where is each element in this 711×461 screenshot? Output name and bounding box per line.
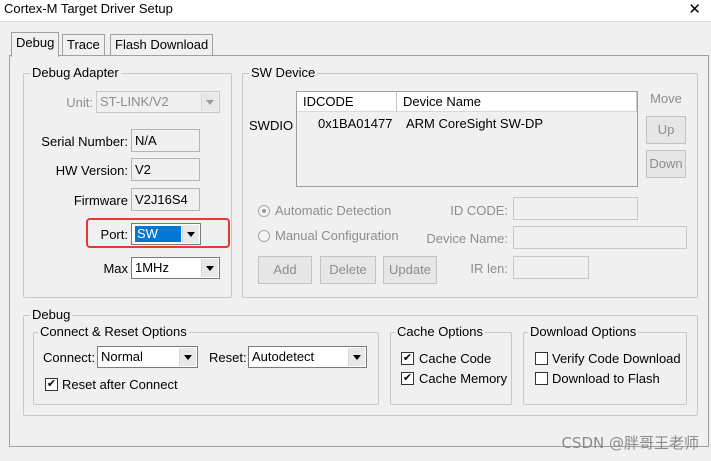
cache-memory-label: Cache Memory xyxy=(419,371,508,386)
verify-code-download-label: Verify Code Download xyxy=(552,351,681,366)
connect-reset-group: Connect & Reset Options xyxy=(33,324,379,405)
move-down-button[interactable]: Down xyxy=(646,150,686,178)
connect-reset-title: Connect & Reset Options xyxy=(38,324,189,340)
verify-code-download-checkbox[interactable] xyxy=(535,352,548,365)
port-highlight-box xyxy=(86,218,230,248)
unit-select: ST-LINK/V2 xyxy=(96,91,220,113)
chevron-down-icon[interactable] xyxy=(348,348,365,366)
chevron-down-icon[interactable] xyxy=(201,259,218,277)
tab-flash-download[interactable]: Flash Download xyxy=(110,34,214,56)
reset-label: Reset: xyxy=(209,350,247,365)
cache-options-title: Cache Options xyxy=(395,324,485,340)
column-header-device-name[interactable]: Device Name xyxy=(397,92,637,112)
manual-configuration-label: Manual Configuration xyxy=(275,228,399,243)
firmware-field: V2J16S4 xyxy=(131,188,200,211)
id-code-label: ID CODE: xyxy=(450,203,508,218)
connect-label: Connect: xyxy=(43,350,96,365)
ir-len-label: IR len: xyxy=(470,261,508,276)
tab-trace[interactable]: Trace xyxy=(62,34,105,56)
serial-number-field: N/A xyxy=(131,129,200,152)
reset-after-connect-checkbox[interactable]: ✔ xyxy=(45,378,58,391)
connect-select[interactable]: Normal xyxy=(97,346,198,368)
cache-code-label: Cache Code xyxy=(419,351,492,366)
connect-value: Normal xyxy=(101,349,143,364)
tab-debug-label: Debug xyxy=(16,35,55,50)
close-icon[interactable]: ✕ xyxy=(688,0,701,18)
device-table[interactable]: IDCODE Device Name 0x1BA01477 ARM CoreSi… xyxy=(296,91,638,187)
cache-code-checkbox[interactable]: ✔ xyxy=(401,352,414,365)
window-title: Cortex-M Target Driver Setup xyxy=(4,1,173,16)
tab-trace-label: Trace xyxy=(67,37,100,52)
chevron-down-icon[interactable] xyxy=(179,348,196,366)
max-label: Max xyxy=(103,261,128,276)
column-header-idcode[interactable]: IDCODE xyxy=(297,92,397,112)
hw-version-label: HW Version: xyxy=(55,163,128,178)
cache-options-group: Cache Options xyxy=(390,324,512,405)
tab-debug[interactable]: Debug xyxy=(11,32,60,57)
update-button[interactable]: Update xyxy=(383,256,437,284)
download-to-flash-label: Download to Flash xyxy=(552,371,660,386)
row-idcode: 0x1BA01477 xyxy=(318,116,393,131)
column-header-idcode-label: IDCODE xyxy=(303,94,354,109)
manual-configuration-radio[interactable] xyxy=(258,230,270,242)
firmware-value: V2J16S4 xyxy=(135,192,188,207)
device-name-label: Device Name: xyxy=(426,231,508,246)
serial-number-value: N/A xyxy=(135,133,157,148)
chevron-down-icon xyxy=(201,93,218,111)
serial-number-label: Serial Number: xyxy=(41,134,128,149)
unit-label: Unit: xyxy=(66,95,93,110)
watermark-text: CSDN @胖哥王老师 xyxy=(561,434,699,452)
reset-value: Autodetect xyxy=(252,349,315,364)
unit-value: ST-LINK/V2 xyxy=(100,94,169,109)
max-clock-value: 1MHz xyxy=(135,260,169,275)
row-device-name: ARM CoreSight SW-DP xyxy=(406,116,544,131)
reset-after-connect-label: Reset after Connect xyxy=(62,377,178,392)
automatic-detection-radio[interactable] xyxy=(258,205,270,217)
cache-memory-checkbox[interactable]: ✔ xyxy=(401,372,414,385)
firmware-label: Firmware xyxy=(73,193,128,208)
sw-device-title: SW Device xyxy=(249,65,318,81)
delete-button[interactable]: Delete xyxy=(320,256,376,284)
hw-version-value: V2 xyxy=(135,162,151,177)
column-header-device-name-label: Device Name xyxy=(403,94,482,109)
debug-group-title: Debug xyxy=(30,307,73,323)
download-to-flash-checkbox[interactable] xyxy=(535,372,548,385)
tab-flash-download-label: Flash Download xyxy=(115,37,209,52)
device-name-field[interactable] xyxy=(513,226,687,249)
id-code-field[interactable] xyxy=(513,197,638,220)
reset-select[interactable]: Autodetect xyxy=(248,346,367,368)
hw-version-field: V2 xyxy=(131,158,200,181)
download-options-title: Download Options xyxy=(528,324,639,340)
move-up-button[interactable]: Up xyxy=(646,116,686,144)
move-label: Move xyxy=(650,91,682,106)
download-options-group: Download Options xyxy=(523,324,687,405)
swdio-label: SWDIO xyxy=(249,118,294,133)
automatic-detection-label: Automatic Detection xyxy=(275,203,392,218)
table-row[interactable]: 0x1BA01477 ARM CoreSight SW-DP xyxy=(297,113,637,133)
ir-len-field[interactable] xyxy=(513,256,589,279)
title-bar: Cortex-M Target Driver Setup ✕ xyxy=(0,0,711,22)
add-button[interactable]: Add xyxy=(258,256,312,284)
debug-adapter-title: Debug Adapter xyxy=(30,65,121,81)
max-clock-select[interactable]: 1MHz xyxy=(131,257,220,279)
